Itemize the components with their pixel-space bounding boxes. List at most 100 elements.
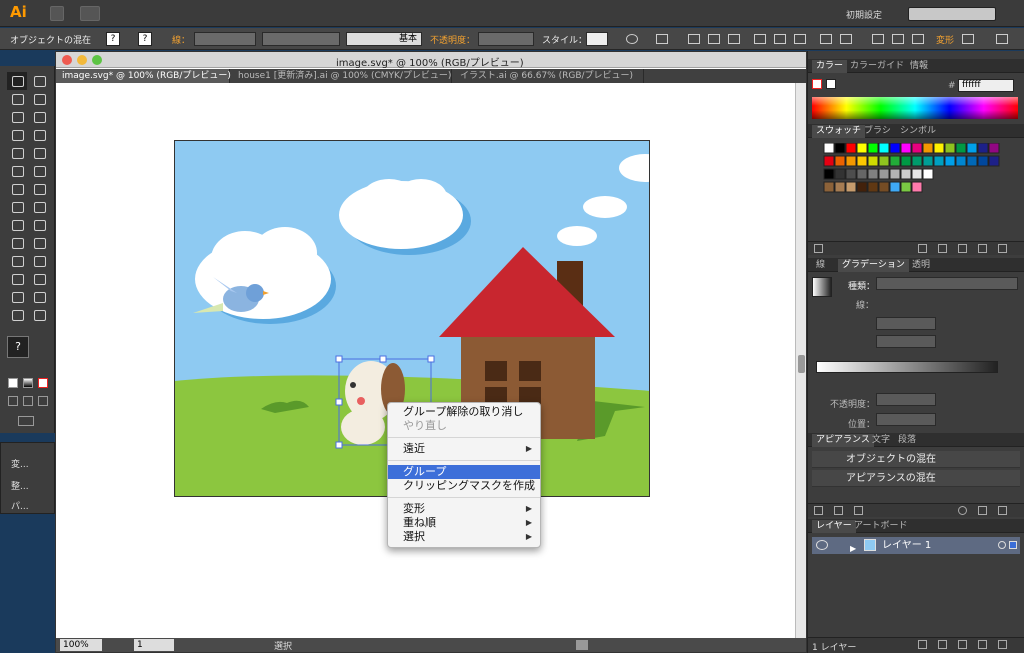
panel-menu-icon[interactable]: [996, 34, 1008, 44]
transform-label[interactable]: 変形: [936, 33, 954, 46]
show-swatch-kinds-icon[interactable]: [918, 244, 927, 253]
tab-illust[interactable]: イラスト.ai @ 66.67% (RGB/プレビュー): [454, 69, 644, 83]
mesh-tool-icon[interactable]: [7, 234, 27, 252]
align-left-icon[interactable]: [688, 34, 700, 44]
isolate-icon[interactable]: [962, 34, 974, 44]
distribute-top-icon[interactable]: [820, 34, 832, 44]
locate-object-icon[interactable]: [918, 640, 927, 649]
new-layer-icon[interactable]: [978, 640, 987, 649]
draw-normal-icon[interactable]: [8, 396, 18, 406]
artboard-select[interactable]: 1: [134, 639, 174, 651]
gradient-slider[interactable]: [816, 361, 998, 373]
swatch-library-icon[interactable]: [814, 244, 823, 253]
tab-info[interactable]: 情報: [906, 60, 932, 73]
layer-row-1[interactable]: ▶ レイヤー 1: [812, 537, 1020, 554]
vertical-scroll-thumb[interactable]: [798, 355, 805, 373]
eraser-tool-icon[interactable]: [29, 162, 49, 180]
add-fill-icon[interactable]: [834, 506, 843, 515]
column-graph-tool-icon[interactable]: [29, 270, 49, 288]
menu-make-clipping-mask[interactable]: クリッピングマスクを作成: [388, 479, 540, 493]
target-icon[interactable]: [998, 541, 1006, 549]
duplicate-item-icon[interactable]: [978, 506, 987, 515]
hex-input[interactable]: ffffff: [958, 79, 1014, 92]
fill-stroke-indicator[interactable]: ?: [7, 336, 29, 358]
swatch-options-icon[interactable]: [938, 244, 947, 253]
variable-width-field[interactable]: [262, 32, 340, 46]
screen-mode-icon[interactable]: [18, 416, 34, 426]
arrange-documents-button[interactable]: [80, 6, 100, 21]
pen-tool-icon[interactable]: [7, 108, 27, 126]
symbol-sprayer-tool-icon[interactable]: [7, 270, 27, 288]
type-tool-icon[interactable]: [29, 108, 49, 126]
tab-paragraph[interactable]: 段落: [894, 434, 920, 447]
new-color-group-icon[interactable]: [958, 244, 967, 253]
selection-indicator-icon[interactable]: [1009, 541, 1017, 549]
transform-panel-button[interactable]: 変...: [11, 457, 29, 470]
tab-gradient[interactable]: グラデーション: [838, 259, 909, 272]
tab-artboards[interactable]: アートボード: [850, 520, 911, 533]
tab-appearance[interactable]: アピアランス: [812, 434, 874, 447]
opacity-label[interactable]: 不透明度：: [430, 33, 475, 46]
vertical-scrollbar[interactable]: [795, 83, 806, 638]
direct-selection-tool-icon[interactable]: [29, 72, 49, 90]
delete-layer-icon[interactable]: [998, 640, 1007, 649]
fill-swatch[interactable]: [812, 79, 822, 89]
align-center-icon[interactable]: [708, 34, 720, 44]
draw-behind-icon[interactable]: [23, 396, 33, 406]
none-mode-icon[interactable]: [38, 378, 48, 388]
new-swatch-icon[interactable]: [978, 244, 987, 253]
tab-swatches[interactable]: スウォッチ: [812, 125, 866, 138]
align-top-icon[interactable]: [754, 34, 766, 44]
tab-transparency[interactable]: 透明: [908, 259, 934, 272]
horizontal-scroll-thumb[interactable]: [576, 640, 588, 650]
appearance-row-mixed[interactable]: アピアランスの混在: [812, 470, 1020, 487]
color-mode-icon[interactable]: [8, 378, 18, 388]
gradient-tool-icon[interactable]: [29, 234, 49, 252]
tab-house1[interactable]: house1 [更新済み].ai @ 100% (CMYK/プレビュー): [232, 69, 452, 83]
make-clipping-mask-icon[interactable]: [938, 640, 947, 649]
draw-inside-icon[interactable]: [38, 396, 48, 406]
bridge-button[interactable]: [50, 6, 64, 21]
blob-brush-tool-icon[interactable]: [7, 162, 27, 180]
help-search-input[interactable]: [908, 7, 996, 21]
gradient-angle-field[interactable]: [876, 317, 936, 330]
eyedropper-tool-icon[interactable]: [7, 252, 27, 270]
tab-brushes[interactable]: ブラシ: [860, 125, 895, 138]
visibility-eye-icon[interactable]: [816, 540, 828, 550]
fill-indicator[interactable]: ?: [106, 32, 120, 46]
gradient-aspect-field[interactable]: [876, 335, 936, 348]
free-transform-tool-icon[interactable]: [29, 198, 49, 216]
scale-tool-icon[interactable]: [29, 180, 49, 198]
zoom-window-icon[interactable]: [92, 55, 102, 65]
menu-undo-ungroup[interactable]: グループ解除の取り消し: [388, 405, 540, 419]
align-to-icon[interactable]: [656, 34, 668, 44]
new-sublayer-icon[interactable]: [958, 640, 967, 649]
brush-definition-field[interactable]: 基本: [346, 32, 422, 46]
align-middle-icon[interactable]: [774, 34, 786, 44]
distribute-middle-icon[interactable]: [840, 34, 852, 44]
tab-character[interactable]: 文字: [868, 434, 894, 447]
recolor-icon[interactable]: [626, 34, 638, 44]
current-tool-status[interactable]: 選択: [274, 639, 292, 652]
clear-appearance-icon[interactable]: [958, 506, 967, 515]
opacity-field[interactable]: [478, 32, 534, 46]
line-tool-icon[interactable]: [7, 126, 27, 144]
menu-arrange[interactable]: 重ね順 ▶: [388, 516, 540, 530]
gradient-opacity-field[interactable]: [876, 393, 936, 406]
hand-tool-icon[interactable]: [7, 306, 27, 324]
stroke-weight-field[interactable]: [194, 32, 256, 46]
swatch-grid[interactable]: [812, 143, 1018, 203]
distribute-right-icon[interactable]: [912, 34, 924, 44]
stroke-label[interactable]: 線：: [172, 33, 190, 46]
selection-tool-icon[interactable]: [7, 72, 27, 90]
minimize-window-icon[interactable]: [77, 55, 87, 65]
style-swatch[interactable]: [586, 32, 608, 46]
layer-name[interactable]: レイヤー 1: [882, 540, 931, 551]
menu-group[interactable]: グループ: [388, 465, 540, 479]
paintbrush-tool-icon[interactable]: [7, 144, 27, 162]
tab-stroke[interactable]: 線: [812, 259, 829, 272]
tab-symbols[interactable]: シンボル: [896, 125, 940, 138]
menu-select[interactable]: 選択 ▶: [388, 530, 540, 544]
distribute-center-icon[interactable]: [892, 34, 904, 44]
stroke-swatch[interactable]: [826, 79, 836, 89]
